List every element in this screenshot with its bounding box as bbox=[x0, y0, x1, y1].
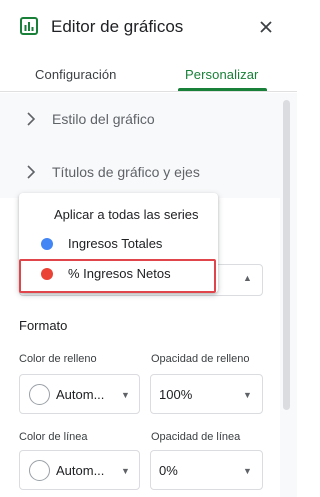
series-color-dot bbox=[41, 268, 53, 280]
scrollbar-thumb[interactable] bbox=[283, 100, 290, 410]
caret-down-icon: ▼ bbox=[243, 466, 252, 476]
fill-color-value: Autom... bbox=[56, 387, 105, 402]
tab-configuracion[interactable]: Configuración bbox=[35, 67, 117, 82]
color-swatch bbox=[29, 384, 50, 405]
editor-tabs: Configuración Personalizar bbox=[0, 60, 297, 92]
line-color-dropdown[interactable]: Autom... ▼ bbox=[19, 450, 140, 490]
fill-color-dropdown[interactable]: Autom... ▼ bbox=[19, 374, 140, 414]
close-icon[interactable] bbox=[259, 20, 273, 34]
active-tab-indicator bbox=[178, 88, 267, 91]
chevron-right-icon bbox=[27, 112, 36, 126]
menu-item-ingresos-netos[interactable]: % Ingresos Netos bbox=[19, 260, 218, 286]
line-opacity-label: Opacidad de línea bbox=[151, 431, 241, 443]
section-titulos-grafico-ejes[interactable]: Títulos de gráfico y ejes bbox=[0, 148, 280, 196]
tab-personalizar[interactable]: Personalizar bbox=[185, 67, 258, 82]
caret-down-icon: ▼ bbox=[121, 390, 130, 400]
line-opacity-value: 0% bbox=[159, 463, 178, 478]
fill-color-label: Color de relleno bbox=[19, 353, 97, 365]
fill-opacity-dropdown[interactable]: 100% ▼ bbox=[150, 374, 263, 414]
menu-item-label: % Ingresos Netos bbox=[68, 266, 171, 281]
menu-item-all-series[interactable]: Aplicar a todas las series bbox=[19, 201, 218, 227]
caret-down-icon: ▼ bbox=[243, 390, 252, 400]
series-menu: Aplicar a todas las series Ingresos Tota… bbox=[19, 193, 218, 293]
caret-down-icon: ▼ bbox=[121, 466, 130, 476]
menu-item-ingresos-totales[interactable]: Ingresos Totales bbox=[19, 230, 218, 256]
chart-editor-panel: Editor de gráficos Configuración Persona… bbox=[0, 0, 297, 497]
series-color-dot bbox=[41, 238, 53, 250]
line-color-label: Color de línea bbox=[19, 431, 88, 443]
format-heading: Formato bbox=[19, 318, 68, 333]
section-estilo-del-grafico[interactable]: Estilo del gráfico bbox=[0, 95, 280, 143]
section-label: Estilo del gráfico bbox=[52, 111, 155, 127]
menu-item-label: Aplicar a todas las series bbox=[54, 207, 199, 222]
fill-opacity-value: 100% bbox=[159, 387, 193, 402]
editor-header: Editor de gráficos bbox=[0, 0, 297, 56]
line-opacity-dropdown[interactable]: 0% ▼ bbox=[150, 450, 263, 490]
caret-up-icon: ▲ bbox=[243, 273, 252, 283]
section-label: Títulos de gráfico y ejes bbox=[52, 164, 200, 180]
menu-item-label: Ingresos Totales bbox=[68, 236, 163, 251]
color-swatch bbox=[29, 460, 50, 481]
line-color-value: Autom... bbox=[56, 463, 105, 478]
fill-opacity-label: Opacidad de relleno bbox=[151, 353, 250, 365]
bar-chart-icon bbox=[20, 17, 38, 35]
editor-title: Editor de gráficos bbox=[51, 17, 184, 36]
chevron-right-icon bbox=[27, 165, 36, 179]
